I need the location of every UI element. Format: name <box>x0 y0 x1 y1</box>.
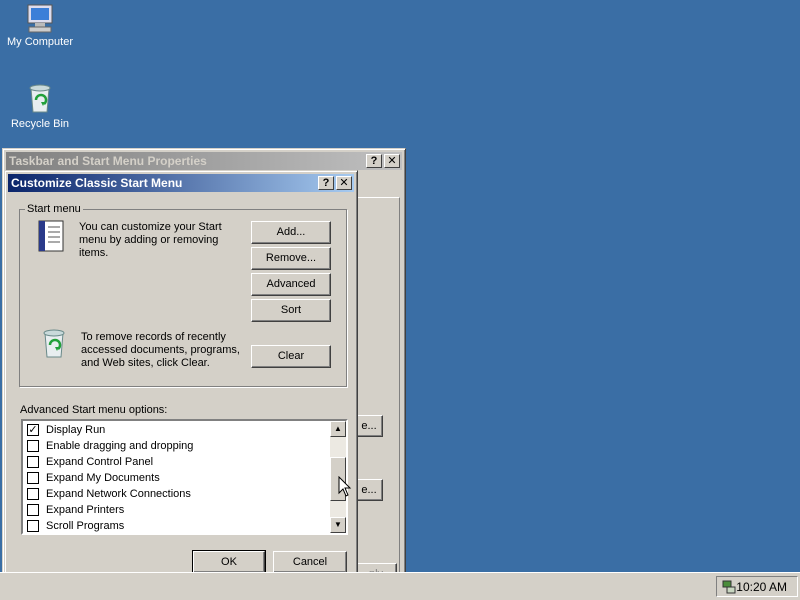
checkbox[interactable] <box>27 520 39 532</box>
system-tray: 10:20 AM <box>716 576 798 597</box>
add-button[interactable]: Add... <box>251 221 331 244</box>
close-button[interactable]: ✕ <box>384 154 400 168</box>
sort-button[interactable]: Sort <box>251 299 331 322</box>
recycle-bin-icon <box>29 84 51 113</box>
remove-button-label: Remove... <box>265 252 317 264</box>
help-button[interactable]: ? <box>318 176 334 190</box>
partial-button-label: e... <box>361 484 377 496</box>
desktop-icon-recycle-bin[interactable]: Recycle Bin <box>4 82 76 130</box>
option-label: Expand My Documents <box>46 472 160 484</box>
dialog-title: Customize Classic Start Menu <box>11 176 183 190</box>
clock[interactable]: 10:20 AM <box>736 580 787 594</box>
checkbox[interactable] <box>27 456 39 468</box>
recycle-bin-icon <box>43 329 65 358</box>
option-label: Expand Network Connections <box>46 488 191 500</box>
start-menu-legend: Start menu <box>25 203 83 215</box>
cancel-button[interactable]: Cancel <box>273 551 347 573</box>
checkbox[interactable]: ✓ <box>27 424 39 436</box>
checkbox[interactable] <box>27 440 39 452</box>
partial-button[interactable]: e... <box>355 415 383 437</box>
scroll-down-button[interactable]: ▼ <box>330 517 346 533</box>
option-label: Enable dragging and dropping <box>46 440 194 452</box>
ok-button[interactable]: OK <box>192 550 266 574</box>
partial-button[interactable]: e... <box>355 479 383 501</box>
help-button[interactable]: ? <box>366 154 382 168</box>
add-button-label: Add... <box>276 226 306 238</box>
dialog-titlebar[interactable]: Customize Classic Start Menu ? ✕ <box>8 174 354 192</box>
start-menu-icon <box>38 220 64 252</box>
scroll-up-button[interactable]: ▲ <box>330 421 346 437</box>
partial-button-label: e... <box>361 420 377 432</box>
option-label: Display Run <box>46 424 106 436</box>
customize-start-menu-dialog: Customize Classic Start Menu ? ✕ Start m… <box>4 170 358 582</box>
my-computer-icon <box>27 4 53 33</box>
ok-button-label: OK <box>221 556 237 568</box>
start-menu-description: You can customize your Start menu by add… <box>79 221 222 259</box>
checkbox[interactable] <box>27 504 39 516</box>
advanced-button-label: Advanced <box>266 278 316 290</box>
tab-panel <box>353 197 400 578</box>
clear-description: To remove records of recently accessed d… <box>81 331 240 369</box>
desktop-icon-label: Recycle Bin <box>10 118 70 130</box>
desktop-icon-label: My Computer <box>6 36 74 48</box>
advanced-options-list[interactable]: ✓ Display Run Enable dragging and dropping… <box>21 419 348 535</box>
remove-button[interactable]: Remove... <box>251 247 331 270</box>
sort-button-label: Sort <box>280 304 302 316</box>
checkbox[interactable] <box>27 488 39 500</box>
close-button[interactable]: ✕ <box>336 176 352 190</box>
advanced-options-label: Advanced Start menu options: <box>20 404 168 416</box>
taskbar-properties-titlebar[interactable]: Taskbar and Start Menu Properties ? ✕ <box>6 152 402 170</box>
option-label: Expand Printers <box>46 504 125 516</box>
mouse-cursor-icon <box>338 476 352 497</box>
network-icon[interactable] <box>721 579 737 595</box>
window-title: Taskbar and Start Menu Properties <box>9 154 207 168</box>
option-label: Scroll Programs <box>46 520 125 532</box>
desktop-icon-my-computer[interactable]: My Computer <box>4 2 76 48</box>
clear-button-label: Clear <box>277 350 305 362</box>
checkbox[interactable] <box>27 472 39 484</box>
clear-button[interactable]: Clear <box>251 345 331 368</box>
taskbar: 10:20 AM <box>0 572 800 600</box>
option-label: Expand Control Panel <box>46 456 154 468</box>
cancel-button-label: Cancel <box>292 556 328 568</box>
advanced-button[interactable]: Advanced <box>251 273 331 296</box>
